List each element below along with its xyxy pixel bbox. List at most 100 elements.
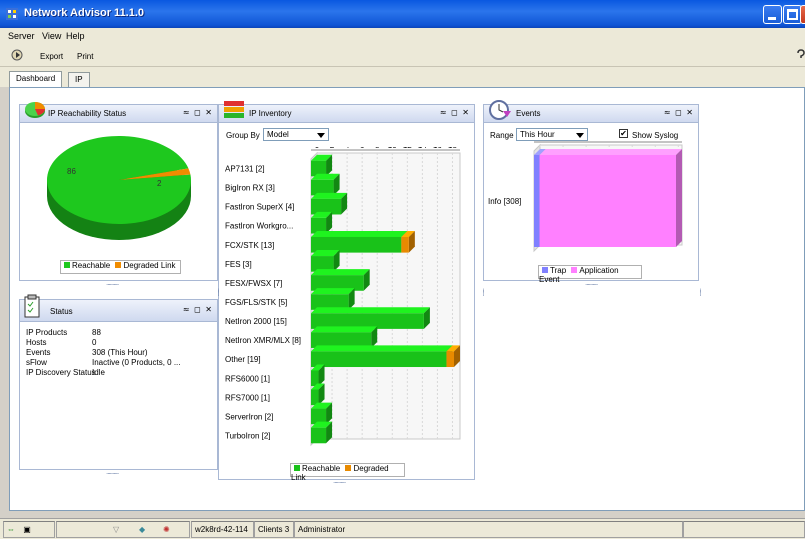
category-label: FES [3]: [225, 260, 252, 269]
reachability-panel: IP Reachability Status ≈ ◻ ✕ 86 2 Reachab…: [19, 102, 218, 281]
legend-reachable: Reachable: [302, 464, 341, 473]
connection-status: ⇔ ▣: [3, 521, 55, 538]
events-bar-chart: 050100150200250300Info [308]: [488, 141, 686, 253]
panel-controls[interactable]: ≈ ◻ ✕: [183, 108, 213, 117]
bar-top: [311, 192, 348, 199]
panel-controls[interactable]: ≈ ◻ ✕: [664, 108, 694, 117]
inventory-stack-icon: [224, 101, 244, 118]
resize-handle[interactable]: ··········: [333, 479, 346, 487]
reachability-legend: Reachable Degraded Link: [60, 260, 181, 274]
group-by-select[interactable]: Model: [263, 128, 329, 141]
pie-label: 2: [157, 179, 162, 188]
print-button[interactable]: Print: [77, 52, 93, 61]
bar: [534, 155, 540, 247]
bar-top: [311, 307, 430, 314]
category-label: FESX/FWSX [7]: [225, 279, 282, 288]
bar-top: [311, 230, 408, 237]
toolbar: Export Print: [0, 45, 805, 67]
legend-swatch: [294, 465, 300, 472]
legend-degraded: Degraded Link: [123, 261, 176, 270]
tab-bar: Dashboard IP: [0, 67, 805, 88]
menu-bar: Server View Help: [0, 28, 805, 45]
app-icon: [6, 8, 18, 20]
export-button[interactable]: Export: [40, 52, 63, 61]
event-icon[interactable]: ✺: [163, 525, 170, 534]
dashboard-area: IP Reachability Status ≈ ◻ ✕ 86 2 Reachab…: [9, 87, 805, 511]
clock-icon: [489, 100, 511, 120]
help-icon[interactable]: [797, 49, 805, 63]
panel-title: IP Inventory: [249, 109, 292, 118]
bar: [446, 351, 454, 368]
chevron-down-icon: [317, 133, 325, 138]
inventory-legend: Reachable Degraded Link: [290, 463, 405, 482]
bar-top: [311, 269, 370, 276]
legend-trap: Trap: [550, 266, 567, 275]
status-icons: ▽ ◆ ✺: [56, 521, 190, 538]
show-syslog-checkbox[interactable]: ✔: [619, 129, 628, 138]
legend-swatch: [345, 465, 352, 472]
legend-swatch: [542, 267, 548, 274]
bar: [311, 427, 327, 444]
clients-cell: Clients 3: [254, 521, 294, 538]
resize-handle[interactable]: ··········: [106, 281, 119, 289]
server-status-icon: ▣: [23, 525, 31, 534]
tab-ip[interactable]: IP: [68, 72, 90, 87]
bar: [401, 236, 409, 253]
title-bar: Network Advisor 11.1.0: [0, 0, 805, 28]
category-label: AP7131 [2]: [225, 165, 265, 174]
filter-icon[interactable]: ▽: [113, 525, 119, 534]
menu-help[interactable]: Help: [66, 31, 85, 41]
reachability-pie-chart: 86 2: [46, 135, 192, 240]
network-icon[interactable]: ◆: [139, 525, 145, 534]
menu-server[interactable]: Server: [8, 31, 35, 41]
pie-slice: [46, 135, 192, 224]
server-name: w2k8rd-42-114: [191, 521, 254, 538]
range-select[interactable]: This Hour: [516, 128, 588, 141]
status-bar: ⇔ ▣ ▽ ◆ ✺ w2k8rd-42-114 Clients 3 Admini…: [0, 518, 805, 539]
resize-handle[interactable]: ··········: [585, 281, 598, 289]
clipboard-icon: [24, 294, 40, 318]
category-label: FGS/FLS/STK [5]: [225, 298, 287, 307]
minimize-button[interactable]: [763, 5, 782, 24]
category-label: RFS6000 [1]: [225, 374, 270, 383]
connection-icon: ⇔: [7, 525, 15, 534]
category-label: FastIron SuperX [4]: [225, 203, 294, 212]
resize-handle[interactable]: ··········: [106, 470, 119, 478]
panel-header: Status ≈ ◻ ✕: [20, 294, 217, 322]
chevron-down-icon: [576, 133, 584, 138]
legend-swatch: [64, 262, 70, 269]
close-button[interactable]: [800, 5, 805, 24]
category-label: NetIron XMR/MLX [8]: [225, 336, 301, 345]
bar-top: [311, 288, 355, 295]
bar-top: [311, 326, 378, 333]
status-panel: Status ≈ ◻ ✕ IP Products 88 Hosts 0 Events…: [19, 294, 218, 470]
export-icon[interactable]: [11, 49, 25, 63]
panel-title: Events: [516, 109, 541, 118]
pie-chart-icon: [25, 102, 45, 118]
user-name: Administrator: [294, 521, 683, 538]
category-label: RFS7000 [1]: [225, 393, 270, 402]
category-label: TurboIron [2]: [225, 431, 271, 440]
tab-dashboard[interactable]: Dashboard: [9, 71, 63, 88]
bar: [311, 351, 447, 368]
panel-controls[interactable]: ≈ ◻ ✕: [440, 108, 470, 117]
category-label: NetIron 2000 [15]: [225, 317, 287, 326]
panel-header: IP Reachability Status ≈ ◻ ✕: [20, 102, 217, 123]
resize-handle[interactable]: ······: [696, 288, 704, 295]
resize-handle[interactable]: ······: [214, 288, 222, 295]
menu-view[interactable]: View: [42, 31, 61, 41]
show-syslog-label: Show Syslog: [632, 131, 679, 140]
resize-handle[interactable]: ······: [479, 288, 487, 295]
bar-side: [676, 149, 682, 247]
bar: [539, 155, 676, 247]
inventory-panel: IP Inventory ≈ ◻ ✕ Group By Model 024681…: [218, 101, 475, 482]
legend-swatch: [571, 267, 578, 274]
panel-title: Status: [50, 307, 73, 316]
events-panel: Events ≈ ◻ ✕ Range This Hour ✔ Show Sysl…: [483, 100, 699, 284]
panel-header: IP Inventory ≈ ◻ ✕: [219, 101, 474, 123]
category-label: ServerIron [2]: [225, 412, 273, 421]
panel-header: Events ≈ ◻ ✕: [484, 100, 698, 123]
legend-reachable: Reachable: [72, 261, 111, 270]
panel-controls[interactable]: ≈ ◻ ✕: [183, 305, 213, 314]
category-label: FCX/STK [13]: [225, 241, 274, 250]
